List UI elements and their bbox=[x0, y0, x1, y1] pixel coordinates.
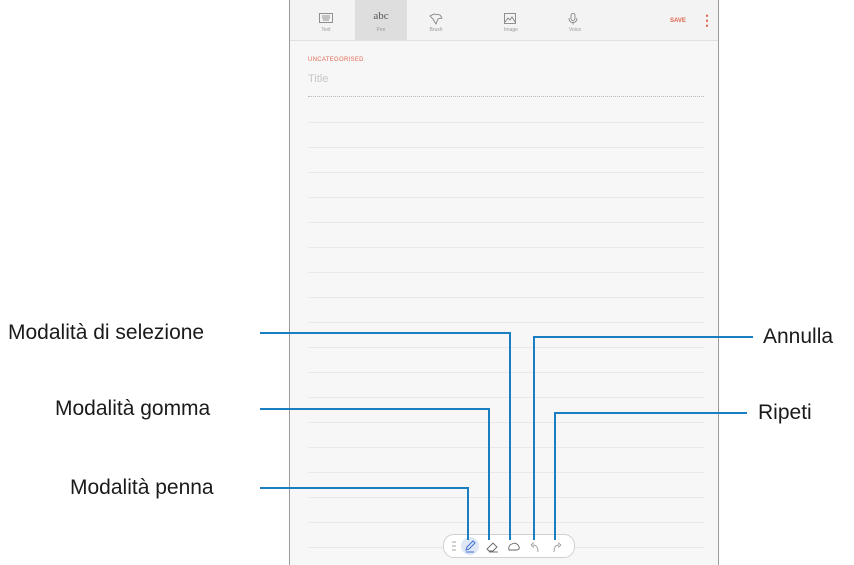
undo-callout: Annulla bbox=[763, 325, 834, 348]
selection-leader-line bbox=[260, 332, 511, 540]
pen-leader-line bbox=[260, 487, 469, 540]
redo-leader-line bbox=[554, 412, 747, 540]
redo-callout: Ripeti bbox=[758, 401, 812, 424]
pen-mode-callout: Modalità penna bbox=[70, 476, 214, 499]
selection-mode-callout: Modalità di selezione bbox=[8, 321, 205, 344]
eraser-mode-callout: Modalità gomma bbox=[55, 397, 211, 420]
undo-leader-line bbox=[533, 336, 753, 540]
eraser-leader-line bbox=[260, 408, 490, 540]
